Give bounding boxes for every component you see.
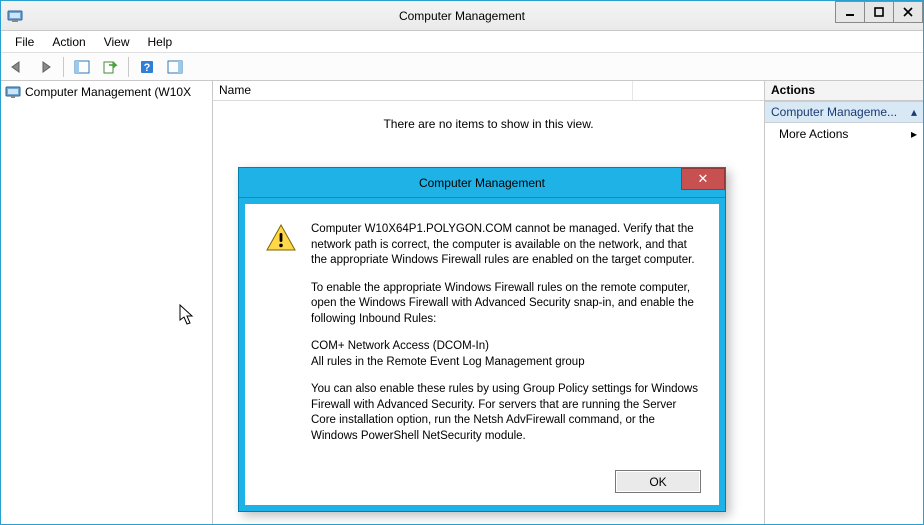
actions-header: Actions [765,81,923,101]
tree-root-node[interactable]: Computer Management (W10X [3,83,210,101]
menu-file[interactable]: File [7,33,42,51]
warning-icon [265,222,297,444]
dialog-paragraph-4: You can also enable these rules by using… [311,382,699,444]
maximize-button[interactable] [864,1,894,23]
svg-text:?: ? [144,62,151,74]
menubar: File Action View Help [1,31,923,53]
dialog-text: Computer W10X64P1.POLYGON.COM cannot be … [311,222,699,444]
dialog-body: Computer W10X64P1.POLYGON.COM cannot be … [245,204,719,460]
help-button[interactable]: ? [135,56,159,78]
error-dialog: Computer Management ✕ Computer W10X64P1.… [238,167,726,512]
actions-group-label: Computer Manageme... [771,105,897,119]
menu-view[interactable]: View [96,33,138,51]
back-button[interactable] [5,56,29,78]
window-title: Computer Management [399,9,525,23]
empty-message: There are no items to show in this view. [383,117,593,131]
app-icon [7,8,23,24]
toolbar: ? [1,53,923,81]
column-spacer [633,81,764,100]
close-button[interactable] [893,1,923,23]
actions-pane: Actions Computer Manageme... ▴ More Acti… [765,81,923,524]
window-controls [836,1,923,23]
tree-pane[interactable]: Computer Management (W10X [1,81,213,524]
dialog-footer: OK [245,460,719,505]
minimize-button[interactable] [835,1,865,23]
menu-action[interactable]: Action [44,33,93,51]
ok-button-label: OK [649,475,666,489]
dialog-paragraph-1: Computer W10X64P1.POLYGON.COM cannot be … [311,222,699,269]
forward-button[interactable] [33,56,57,78]
show-hide-action-pane-button[interactable] [163,56,187,78]
titlebar: Computer Management [1,1,923,31]
actions-group[interactable]: Computer Manageme... ▴ [765,101,923,123]
dialog-paragraph-2: To enable the appropriate Windows Firewa… [311,281,699,328]
submenu-arrow-icon: ▸ [911,127,917,141]
close-icon: ✕ [698,171,709,187]
dialog-close-button[interactable]: ✕ [681,168,725,190]
column-name[interactable]: Name [213,81,633,100]
dialog-inner-border: Computer W10X64P1.POLYGON.COM cannot be … [239,198,725,511]
export-list-button[interactable] [98,56,122,78]
show-hide-tree-button[interactable] [70,56,94,78]
collapse-up-icon: ▴ [911,105,917,119]
more-actions-label: More Actions [779,127,848,141]
ok-button[interactable]: OK [615,470,701,493]
dialog-paragraph-3: COM+ Network Access (DCOM-In) All rules … [311,339,699,370]
toolbar-separator [63,57,64,77]
dialog-titlebar: Computer Management ✕ [239,168,725,198]
menu-help[interactable]: Help [140,33,181,51]
dialog-title: Computer Management [419,176,545,190]
computer-management-icon [5,84,21,100]
toolbar-separator-2 [128,57,129,77]
list-header: Name [213,81,764,101]
more-actions-item[interactable]: More Actions ▸ [765,123,923,145]
tree-root-label: Computer Management (W10X [25,85,191,99]
